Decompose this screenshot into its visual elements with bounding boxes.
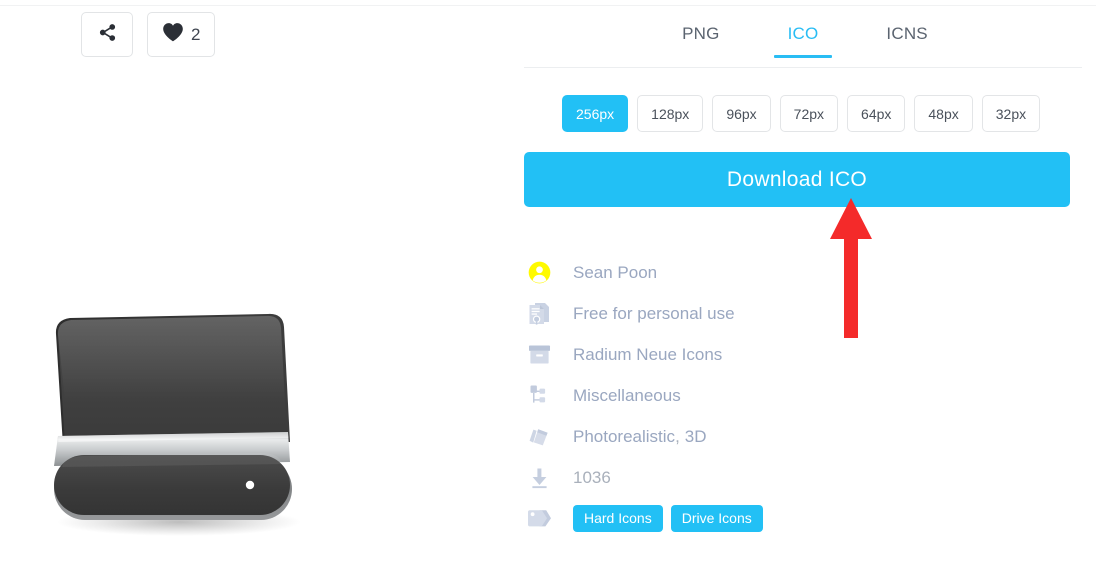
meta-row-style: Photorealistic, 3D xyxy=(524,416,1084,457)
size-option-72[interactable]: 72px xyxy=(779,95,839,132)
meta-row-category: Miscellaneous xyxy=(524,375,1084,416)
size-selector: 256px 128px 96px 72px 64px 48px 32px xyxy=(562,95,1041,132)
icon-detail-page: 2 PNG ICO ICNS 256px 128px 96px 72px 64p… xyxy=(0,0,1096,562)
meta-row-iconset: Radium Neue Icons xyxy=(524,334,1084,375)
tag-hard-icons[interactable]: Hard Icons xyxy=(573,505,663,532)
iconset-link[interactable]: Radium Neue Icons xyxy=(573,345,722,365)
user-avatar-icon xyxy=(524,259,554,287)
author-link[interactable]: Sean Poon xyxy=(573,263,657,283)
size-option-48[interactable]: 48px xyxy=(914,95,973,132)
downloads-count: 1036 xyxy=(573,467,611,487)
action-bar: 2 xyxy=(81,12,216,57)
tags-icon xyxy=(524,505,554,533)
style-separator: , xyxy=(675,426,680,446)
hard-drive-icon xyxy=(32,250,322,550)
tab-png[interactable]: PNG xyxy=(668,20,733,58)
tag-drive-icons[interactable]: Drive Icons xyxy=(670,505,763,532)
meta-row-downloads: 1036 xyxy=(524,457,1084,498)
style-link-3d[interactable]: 3D xyxy=(685,427,707,447)
license-link[interactable]: Free for personal use xyxy=(573,304,735,324)
meta-row-author: Sean Poon xyxy=(524,252,1084,293)
details-column: PNG ICO ICNS 256px 128px 96px 72px 64px … xyxy=(510,0,1096,562)
heart-icon xyxy=(162,22,184,47)
format-tabs: PNG ICO ICNS xyxy=(524,20,1086,58)
share-button[interactable] xyxy=(81,12,133,57)
style-cards-icon xyxy=(524,423,554,451)
package-box-icon xyxy=(524,341,554,369)
download-button[interactable]: Download ICO xyxy=(524,152,1070,207)
tab-ico[interactable]: ICO xyxy=(773,20,833,58)
hierarchy-tree-icon xyxy=(524,382,554,410)
size-option-32[interactable]: 32px xyxy=(981,95,1041,132)
tab-icns[interactable]: ICNS xyxy=(872,20,941,58)
license-document-icon xyxy=(524,300,554,328)
download-arrow-icon xyxy=(524,464,554,492)
category-link[interactable]: Miscellaneous xyxy=(573,386,681,406)
like-count: 2 xyxy=(191,25,201,44)
meta-row-tags: Hard Icons Drive Icons xyxy=(524,498,1084,539)
like-button[interactable]: 2 xyxy=(147,12,216,57)
size-option-256[interactable]: 256px xyxy=(562,95,629,132)
size-option-128[interactable]: 128px xyxy=(637,95,704,132)
tag-list: Hard Icons Drive Icons xyxy=(573,505,763,532)
style-link-photorealistic[interactable]: Photorealistic xyxy=(573,427,675,447)
metadata-list: Sean Poon Free for personal use Radium N… xyxy=(524,252,1084,539)
share-icon xyxy=(98,23,117,47)
size-option-64[interactable]: 64px xyxy=(847,95,906,132)
preview-column: 2 xyxy=(0,0,510,562)
meta-row-license: Free for personal use xyxy=(524,293,1084,334)
size-option-96[interactable]: 96px xyxy=(712,95,771,132)
tabs-divider xyxy=(524,67,1082,68)
